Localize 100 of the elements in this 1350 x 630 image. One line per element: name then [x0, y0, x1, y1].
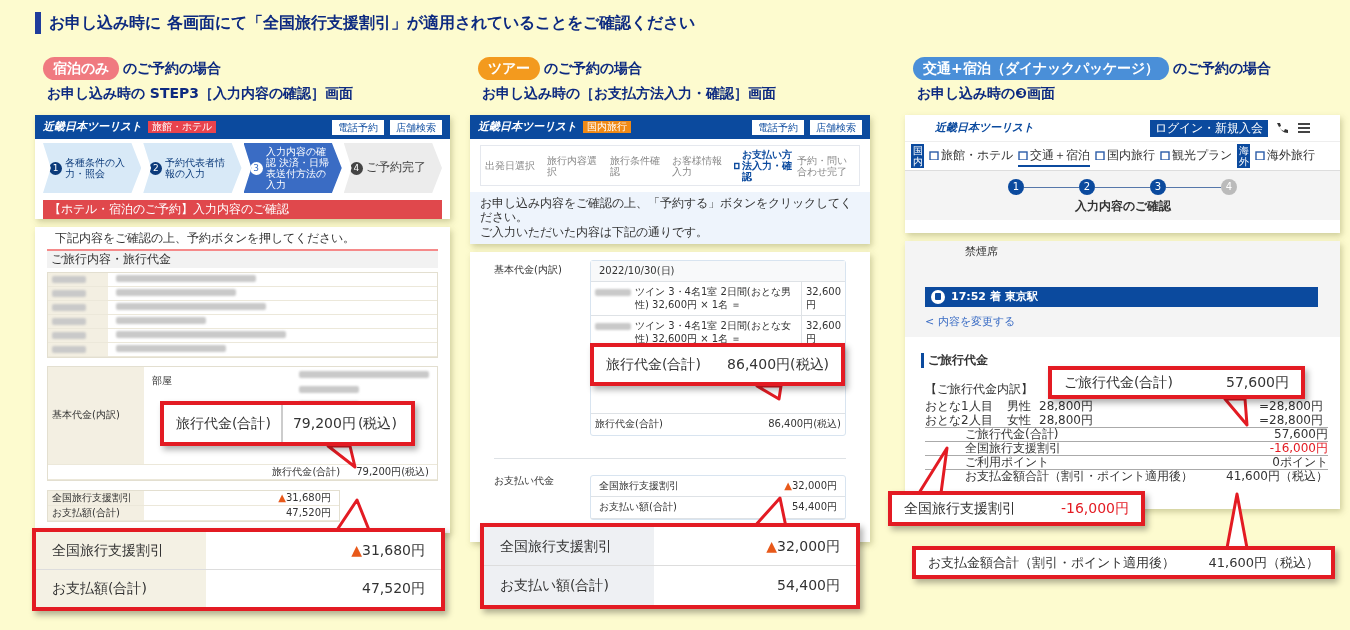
region-tag: 国内	[911, 144, 924, 168]
callout-label: お支払金額合計（割引・ポイント適用後）	[928, 553, 1175, 572]
page-heading: お申し込み時に 各画面にて「全国旅行支援割引」が適用されていることをご確認ください	[35, 12, 695, 34]
breakdown-title: 【ご旅行代金内訳】	[925, 381, 1033, 397]
amount-text: 54,400円	[792, 501, 837, 513]
category-icon	[1255, 150, 1265, 160]
table-cell: 女性	[1007, 412, 1031, 427]
blurred-text	[52, 317, 86, 325]
table-cell: ご利用ポイント	[965, 455, 1049, 469]
section-heading: のご予約の場合	[1172, 58, 1271, 78]
nav-link[interactable]: 旅館・ホテル	[929, 145, 1013, 167]
site-logo: 近畿日本ツーリスト	[478, 120, 577, 134]
step-circle: 1	[1008, 179, 1024, 195]
region-tag: 海外	[1237, 144, 1250, 168]
callout-value: 57,600円	[1226, 373, 1289, 392]
blurred-text	[595, 323, 631, 331]
callout-label: お支払い額(合計)	[484, 566, 654, 605]
header-button[interactable]: 店舗検索	[390, 119, 442, 135]
site-logo: 近畿日本ツーリスト	[935, 121, 1034, 135]
login-button[interactable]: ログイン・新規入会	[1150, 119, 1268, 137]
header-button[interactable]: 電話予約	[332, 119, 384, 135]
item-text: ツイン 3・4名1室 2日間(おとな男性) 32,600円 × 1名 ＝	[635, 286, 792, 312]
category-tag: 国内旅行	[583, 120, 631, 134]
table-cell: 旅行代金(合計)	[272, 465, 341, 478]
table-cell: 全国旅行支援割引	[965, 441, 1061, 455]
callout-label: 全国旅行支援割引	[484, 527, 654, 565]
arrival-text: 17:52 着 東京駅	[951, 290, 1038, 304]
callout-value: 31,680円	[362, 541, 425, 558]
header-button[interactable]: 電話予約	[752, 119, 804, 135]
phone-icon[interactable]	[1276, 122, 1290, 134]
table-cell: 0ポイント	[1272, 455, 1328, 469]
amount-text: 31,680円	[286, 491, 331, 503]
table-cell: =28,800円	[1258, 398, 1323, 413]
triangle-mark: ▲	[351, 541, 362, 558]
section-subheading: お申し込み時の❸画面	[916, 84, 1056, 103]
callout-label: 全国旅行支援割引	[36, 532, 206, 569]
note-text: ご入力いただいた内容は下記の通りです。	[480, 224, 709, 240]
table-cell: 86,400円(税込)	[768, 418, 841, 431]
seat-text: 禁煙席	[964, 244, 999, 260]
instruction-text: 下記内容をご確認の上、予約ボタンを押してください。	[54, 230, 356, 247]
table-cell: 基本代金(内訳)	[48, 366, 144, 464]
nav-link[interactable]: 観光プラン	[1160, 145, 1232, 167]
table-cell: ご旅行代金(合計)	[965, 427, 1059, 441]
table-cell-text: お支払い額(合計)	[598, 501, 678, 514]
category-icon	[929, 150, 939, 160]
blurred-text	[52, 331, 86, 339]
nav-link[interactable]: 海外旅行	[1255, 145, 1315, 167]
table-cell: 79,200円(税込)	[356, 465, 429, 478]
table-cell-text: おとな2人目	[925, 412, 994, 427]
step-circle: 4	[1221, 179, 1237, 195]
site-logo: 近畿日本ツーリスト	[43, 120, 142, 134]
table-cell: 男性	[1007, 398, 1031, 413]
callout-value: 41,600円（税込）	[1208, 553, 1319, 572]
category-icon	[1160, 150, 1170, 160]
table-cell: 28,800円	[1039, 412, 1093, 427]
table-cell: 全国旅行支援割引	[48, 490, 144, 505]
table-cell: 41,600円（税込）	[1226, 469, 1328, 483]
section-title: ご旅行内容・旅行代金	[47, 249, 438, 268]
blurred-text	[299, 385, 359, 393]
table-cell: -16,000円	[1269, 441, 1328, 455]
amount-text: 47,520円	[286, 506, 331, 518]
step-title: 入力内容のご確認	[1074, 199, 1171, 214]
blurred-text	[52, 289, 86, 297]
table-cell-text: 部屋	[151, 373, 173, 388]
triangle-mark: ▲	[784, 479, 792, 491]
table-cell: 57,600円	[1274, 427, 1328, 441]
breadcrumb-step: お客様情報入力	[672, 154, 731, 177]
item-text: ツイン 3・4名1室 2日間(おとな女性) 32,600円 × 1名 ＝	[635, 320, 792, 346]
step-item: 4 ご予約完了	[343, 143, 442, 193]
section-subheading: お申し込み時の STEP3［入力内容の確認］画面	[46, 84, 355, 103]
nav-link[interactable]: 交通＋宿泊	[1018, 145, 1090, 167]
callout-value: 47,520円	[362, 579, 425, 596]
callout-label: お支払額(合計)	[36, 569, 206, 607]
amount-text: 32,000円	[792, 479, 837, 491]
section-label: お支払い代金	[494, 474, 555, 488]
callout-label: 旅行代金(合計)	[176, 414, 271, 433]
table-cell: =28,800円	[1258, 412, 1323, 427]
step-circle: 3	[1150, 179, 1166, 195]
callout-label: 全国旅行支援割引	[904, 499, 1016, 518]
step-number: 4	[349, 161, 363, 175]
breadcrumb-step: 出発日選択	[485, 160, 535, 171]
triangle-mark: ▲	[766, 537, 777, 554]
breadcrumb-step: 旅行条件確認	[609, 154, 668, 177]
back-link[interactable]: < 内容を変更する	[925, 315, 1015, 329]
price-heading: ご旅行代金	[921, 352, 988, 368]
header-button[interactable]: 店舗検索	[810, 119, 862, 135]
section-label: 基本代金(内訳)	[494, 262, 563, 277]
step-number: 1	[49, 161, 62, 175]
triangle-mark: ▲	[278, 491, 286, 503]
callout-value: 54,400円	[777, 577, 840, 593]
step-number: 2	[149, 161, 163, 175]
table-cell: 旅行代金(合計)	[595, 418, 663, 431]
step-circle: 2	[1079, 179, 1095, 195]
breadcrumb-step: 予約・問い合わせ完了	[796, 154, 855, 177]
nav-link[interactable]: 国内旅行	[1095, 145, 1155, 167]
blurred-text	[595, 289, 631, 297]
menu-icon[interactable]	[1298, 123, 1310, 133]
category-icon	[1095, 150, 1105, 160]
breadcrumb-step: お支払い方法入力・確認	[741, 149, 793, 182]
table-cell: 28,800円	[1039, 398, 1093, 413]
